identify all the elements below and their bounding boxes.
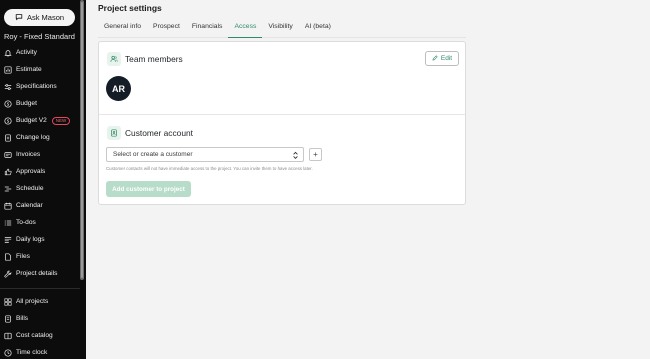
list-icon [4,219,12,227]
pencil-icon [432,54,438,63]
chart-icon [4,65,12,74]
clock-icon [4,348,12,357]
sidebar-item-files[interactable]: Files [0,248,80,265]
sidebar-item-label: Invoices [16,151,41,158]
sidebar-item-label: Budget [16,100,37,107]
sidebar-item-budget[interactable]: $ Budget [0,95,80,112]
sidebar-item-approvals[interactable]: Approvals [0,163,80,180]
edit-label: Edit [440,55,453,62]
sidebar-item-estimate[interactable]: Estimate [0,61,80,78]
project-name[interactable]: Roy - Fixed Standard [4,32,75,41]
sidebar-item-label: Project details [16,270,58,277]
invoice-icon [4,151,12,159]
sidebar-item-label: Calendar [16,202,43,209]
sidebar-item-label: All projects [16,298,49,305]
thumbs-up-icon [4,168,12,176]
sidebar-item-label: Change log [16,134,50,141]
dollar-icon: $ [4,99,12,108]
svg-text:$: $ [7,118,10,124]
customer-account-title: Customer account [125,128,193,138]
users-icon [107,52,121,66]
sidebar-item-change-log[interactable]: Change log [0,129,80,146]
tab-prospect[interactable]: Prospect [147,17,186,38]
sidebar-item-activity[interactable]: Activity [0,44,80,61]
sidebar-item-time-clock[interactable]: Time clock [0,344,80,359]
schedule-icon [4,185,12,193]
wrench-icon [4,270,12,278]
new-badge: NEW [51,116,71,125]
settings-tabs: General info Prospect Financials Access … [98,17,466,38]
page-title: Project settings [98,3,162,13]
tab-general-info[interactable]: General info [98,17,147,38]
grid-icon [4,297,12,306]
team-members-title: Team members [125,54,183,64]
create-customer-button[interactable]: + [309,148,322,161]
ask-mason-label: Ask Mason [26,13,65,22]
tab-access[interactable]: Access [228,17,263,38]
sidebar-item-label: Approvals [16,168,46,175]
files-icon [4,252,12,261]
dollar-icon: $ [4,116,12,125]
section-divider [99,114,465,115]
tab-ai-beta[interactable]: AI (beta) [299,17,337,38]
sidebar-item-all-projects[interactable]: All projects [0,293,80,310]
sidebar-item-label: Files [16,253,30,260]
sidebar-item-specifications[interactable]: Specifications [0,78,80,95]
bell-icon [4,49,12,57]
sliders-icon [4,83,12,91]
sidebar: Ask Mason Roy - Fixed Standard Activity … [0,0,86,359]
sidebar-item-label: Budget V2 [16,117,47,124]
sidebar-divider [0,288,80,289]
sidebar-item-label: Bills [16,315,29,322]
sidebar-item-budget-v2[interactable]: $ Budget V2 NEW [0,112,80,129]
calendar-icon [4,202,12,210]
sidebar-item-label: Daily logs [16,236,45,243]
bill-icon [4,314,12,323]
sidebar-scrollbar[interactable] [80,0,84,280]
sidebar-nav: Activity Estimate Specifications $ Budge… [0,44,80,359]
sidebar-item-label: To-dos [16,219,36,226]
sidebar-item-label: Time clock [16,349,48,356]
tab-financials[interactable]: Financials [186,17,229,38]
sidebar-item-label: Activity [16,49,37,56]
sidebar-item-project-details[interactable]: Project details [0,265,80,282]
tab-visibility[interactable]: Visibility [262,17,298,38]
customer-account-icon [107,126,121,140]
access-card: Team members Edit AR Customer account Se… [98,41,466,205]
sidebar-item-daily-logs[interactable]: Daily logs [0,231,80,248]
add-customer-button[interactable]: Add customer to project [106,181,191,197]
sidebar-item-label: Specifications [16,83,57,90]
sidebar-item-label: Cost catalog [16,332,53,339]
chat-icon [15,13,23,23]
log-icon [4,236,12,244]
sidebar-item-calendar[interactable]: Calendar [0,197,80,214]
catalog-icon [4,332,12,340]
edit-team-button[interactable]: Edit [425,51,459,66]
sidebar-item-invoices[interactable]: Invoices [0,146,80,163]
customer-select[interactable]: Select or create a customer [106,147,304,162]
chevron-up-down-icon [292,151,299,159]
ask-mason-button[interactable]: Ask Mason [4,9,75,26]
customer-helper-text: Customer contacts will not have immediat… [106,166,313,171]
avatar[interactable]: AR [106,76,131,101]
sidebar-item-bills[interactable]: Bills [0,310,80,327]
sidebar-item-schedule[interactable]: Schedule [0,180,80,197]
svg-text:$: $ [7,101,10,107]
document-icon [4,133,12,142]
sidebar-item-label: Schedule [16,185,44,192]
sidebar-item-label: Estimate [16,66,42,73]
sidebar-item-cost-catalog[interactable]: Cost catalog [0,327,80,344]
sidebar-item-to-dos[interactable]: To-dos [0,214,80,231]
customer-select-placeholder: Select or create a customer [113,151,193,158]
